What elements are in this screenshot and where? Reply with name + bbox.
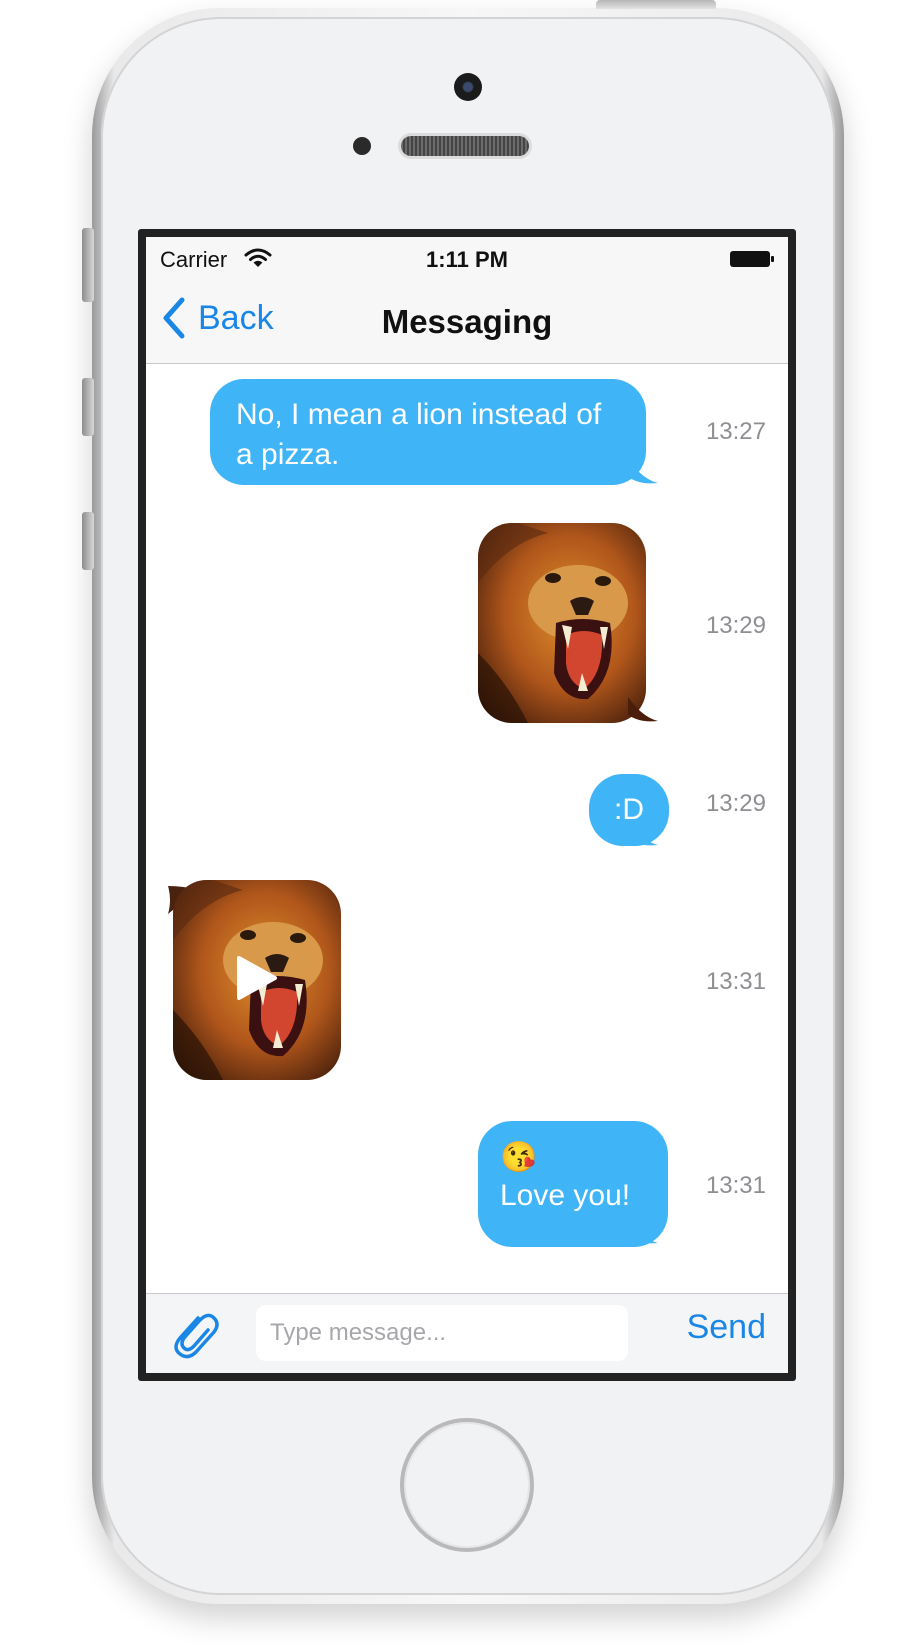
earpiece-speaker bbox=[401, 136, 529, 156]
message-list: No, I mean a lion instead of a pizza. 13… bbox=[146, 364, 788, 1292]
message-bubble-outgoing[interactable]: No, I mean a lion instead of a pizza. bbox=[210, 379, 646, 485]
navigation-bar: Back Messaging bbox=[146, 275, 788, 364]
message-timestamp: 13:29 bbox=[705, 790, 766, 817]
battery-icon bbox=[730, 251, 774, 267]
message-timestamp: 13:29 bbox=[705, 612, 766, 639]
play-icon[interactable] bbox=[235, 954, 279, 1002]
bubble-tail bbox=[628, 459, 658, 484]
message-timestamp: 13:31 bbox=[705, 968, 766, 995]
bubble-tail bbox=[628, 697, 658, 722]
status-time: 1:11 PM bbox=[426, 247, 508, 272]
volume-down-button bbox=[82, 512, 94, 570]
lion-photo bbox=[478, 523, 646, 723]
video-message[interactable] bbox=[173, 880, 341, 1080]
front-camera bbox=[454, 73, 482, 101]
status-bar: Carrier 1:11 PM bbox=[146, 237, 788, 275]
volume-up-button bbox=[82, 378, 94, 436]
message-input[interactable] bbox=[256, 1305, 628, 1361]
composer-bar: Send bbox=[146, 1293, 788, 1373]
kiss-emoji: 😘 bbox=[500, 1141, 538, 1174]
bubble-tail bbox=[628, 821, 658, 846]
message-text: No, I mean a lion instead of a pizza. bbox=[236, 398, 602, 471]
bubble-tail bbox=[628, 1219, 658, 1244]
home-button[interactable] bbox=[400, 1418, 534, 1552]
screen: Carrier 1:11 PM Back Messaging No, I mea… bbox=[146, 237, 788, 1373]
message-timestamp: 13:31 bbox=[705, 1172, 766, 1199]
proximity-sensor bbox=[353, 137, 371, 155]
image-message[interactable] bbox=[478, 523, 646, 723]
message-text: Love you! bbox=[500, 1179, 631, 1212]
message-timestamp: 13:27 bbox=[705, 418, 766, 445]
page-title: Messaging bbox=[381, 303, 553, 340]
power-button bbox=[596, 0, 716, 9]
send-button[interactable]: Send bbox=[687, 1308, 766, 1347]
paperclip-icon[interactable] bbox=[168, 1308, 222, 1362]
mute-switch bbox=[82, 228, 94, 302]
